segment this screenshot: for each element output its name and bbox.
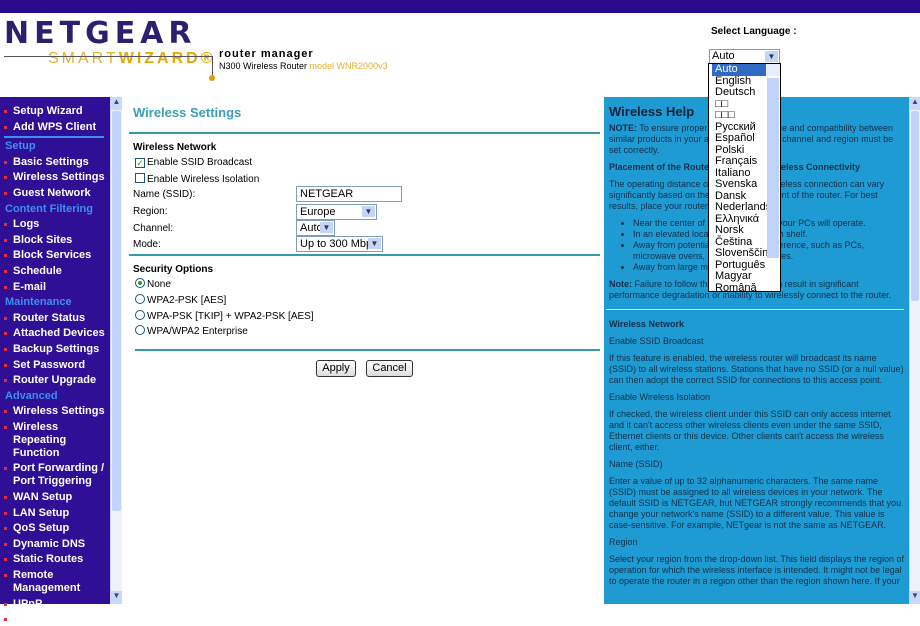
netgear-logo: NETGEAR SMARTWIZARD®	[4, 16, 215, 81]
sidebar-section-heading: Maintenance	[5, 296, 72, 309]
sidebar-item[interactable]: Block Services	[0, 249, 110, 262]
help-scrollbar[interactable]: ▲ ▼	[909, 97, 920, 604]
page-title: Wireless Settings	[133, 105, 242, 120]
cancel-button[interactable]: Cancel	[366, 360, 413, 377]
sidebar-item[interactable]: Schedule	[0, 265, 110, 278]
security-wpa2-radio[interactable]: WPA2-PSK [AES]	[135, 294, 226, 306]
sidebar-item[interactable]: Add WPS Client	[0, 121, 110, 134]
sidebar-item[interactable]: Guest Network	[0, 187, 110, 200]
help-ssid-broadcast-title: Enable SSID Broadcast	[609, 336, 704, 346]
sidebar-section-heading: Advanced	[5, 389, 58, 402]
sidebar-item[interactable]: Wireless Repeating Function	[0, 421, 110, 460]
sidebar-item[interactable]: LAN Setup	[0, 507, 110, 520]
sidebar-section-heading: Setup	[5, 140, 36, 153]
scroll-up-icon[interactable]: ▲	[111, 97, 122, 110]
wireless-isolation-checkbox[interactable]: Enable Wireless Isolation	[135, 173, 259, 185]
ssid-broadcast-checkbox[interactable]: ✓ Enable SSID Broadcast	[135, 157, 252, 168]
region-label: Region:	[133, 206, 168, 217]
sidebar-item[interactable]: QoS Setup	[0, 522, 110, 535]
sidebar-item[interactable]: WAN Setup	[0, 491, 110, 504]
sidebar-item[interactable]: Traffic Meter	[0, 613, 110, 626]
sidebar-item[interactable]: Router Status	[0, 312, 110, 325]
sidebar-item[interactable]: Attached Devices	[0, 327, 110, 340]
region-select[interactable]: Europe ▼	[296, 204, 377, 220]
security-enterprise-radio[interactable]: WPA/WPA2 Enterprise	[135, 325, 248, 337]
scroll-up-icon[interactable]: ▲	[910, 97, 920, 110]
help-region-title: Region	[609, 537, 638, 547]
security-options-heading: Security Options	[133, 264, 214, 275]
sidebar-item[interactable]: Static Routes	[0, 553, 110, 566]
scroll-down-icon[interactable]: ▼	[910, 591, 920, 604]
help-isolation-text: If checked, the wireless client under th…	[609, 409, 891, 452]
router-manager-label: router manager	[219, 48, 314, 60]
sidebar-item[interactable]: UPnP	[0, 598, 110, 611]
sidebar-scrollbar[interactable]: ▲ ▼	[110, 97, 122, 604]
sidebar-item[interactable]: Port Forwarding / Port Triggering	[0, 462, 110, 488]
sidebar-item[interactable]: Wireless Settings	[0, 171, 110, 184]
top-bar	[0, 0, 920, 13]
mode-select[interactable]: Up to 300 Mbps ▼	[296, 236, 383, 252]
ssid-input[interactable]: NETGEAR	[296, 186, 402, 202]
channel-label: Channel:	[133, 223, 174, 234]
security-mixed-radio[interactable]: WPA-PSK [TKIP] + WPA2-PSK [AES]	[135, 310, 314, 322]
sidebar-item[interactable]: E-mail	[0, 281, 110, 294]
wireless-network-heading: Wireless Network	[133, 142, 217, 153]
chevron-down-icon: ▼	[368, 238, 381, 249]
smartwizard-text: SMARTWIZARD®	[48, 50, 216, 67]
sidebar-divider	[4, 136, 104, 139]
wireless-settings-panel: Wireless Settings Wireless Network ✓ Enab…	[125, 97, 600, 604]
language-dropdown-list[interactable]: Auto English Deutsch □□ □□□ Русский Español Pol…	[708, 63, 781, 292]
help-region-text: Select your region from the drop-down li…	[609, 554, 904, 586]
sidebar-item[interactable]: Basic Settings	[0, 156, 110, 169]
sidebar-section-heading: Content Filtering	[5, 202, 93, 215]
sidebar-item[interactable]: Block Sites	[0, 234, 110, 247]
language-select[interactable]: Auto ▼	[709, 49, 780, 64]
chevron-down-icon: ▼	[320, 222, 333, 233]
sidebar-item[interactable]: Remote Management	[0, 569, 110, 595]
sidebar-item[interactable]: Wireless Settings	[0, 405, 110, 418]
security-none-radio[interactable]: None	[135, 278, 171, 290]
chevron-down-icon: ▼	[362, 206, 375, 217]
sidebar-item[interactable]: Logs	[0, 218, 110, 231]
sidebar-item[interactable]: Backup Settings	[0, 343, 110, 356]
help-name-text: Enter a value of up to 32 alphanumeric c…	[609, 476, 902, 530]
help-ssid-broadcast-text: If this feature is enabled, the wireless…	[609, 353, 904, 385]
language-option[interactable]: Magyar	[712, 270, 780, 283]
dropdown-scrollbar[interactable]	[766, 64, 780, 258]
sidebar-item[interactable]: Set Password	[0, 359, 110, 372]
mode-label: Mode:	[133, 239, 161, 250]
channel-select[interactable]: Auto ▼	[296, 220, 335, 236]
sidebar-nav: Setup Wizard Add WPS Client Setup Basic Set…	[0, 97, 110, 625]
language-option[interactable]: Română	[712, 282, 780, 291]
sidebar-item[interactable]: Router Upgrade	[0, 374, 110, 387]
sidebar-item[interactable]: Dynamic DNS	[0, 538, 110, 551]
name-label: Name (SSID):	[133, 189, 196, 200]
language-label: Select Language :	[711, 26, 797, 37]
help-isolation-title: Enable Wireless Isolation	[609, 392, 711, 402]
chevron-down-icon: ▼	[765, 51, 778, 62]
help-name-title: Name (SSID)	[609, 459, 663, 469]
scroll-down-icon[interactable]: ▼	[111, 591, 122, 604]
sidebar-item[interactable]: Setup Wizard	[0, 105, 110, 118]
model-line: N300 Wireless Router model WNR2000v3	[219, 61, 388, 71]
apply-button[interactable]: Apply	[316, 360, 356, 377]
brand-text: NETGEAR	[4, 16, 197, 51]
help-wireless-network-heading: Wireless Network	[609, 319, 684, 329]
